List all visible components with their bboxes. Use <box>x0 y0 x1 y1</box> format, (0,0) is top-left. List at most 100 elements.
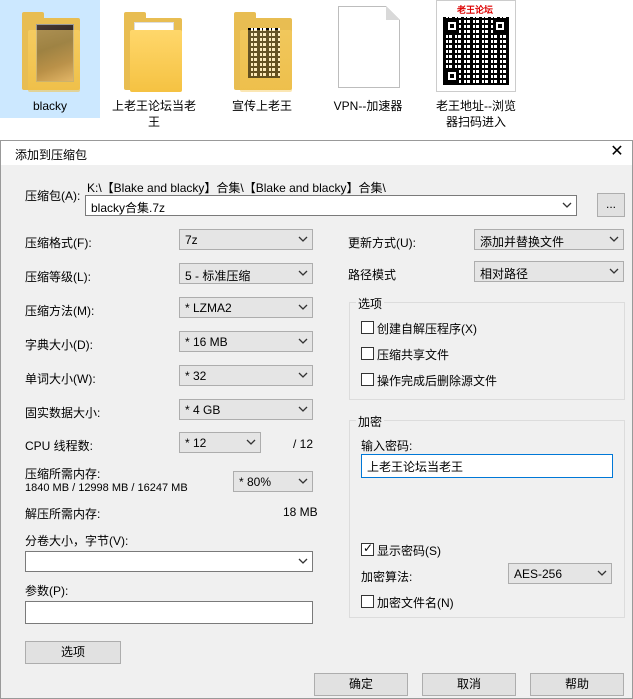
archive-label: 压缩包(A): <box>25 189 81 203</box>
close-icon[interactable]: ✕ <box>606 141 628 163</box>
show-password-checkbox[interactable] <box>361 541 374 556</box>
format-label: 压缩格式(F): <box>25 236 92 250</box>
file-label: 宣传上老王 <box>231 99 292 113</box>
options-group-title: 选项 <box>356 295 385 312</box>
browse-button[interactable]: ... <box>597 193 625 217</box>
method-combo[interactable]: * LZMA2 <box>179 297 313 318</box>
chevron-down-icon[interactable] <box>245 436 257 448</box>
encrypt-filenames-checkbox[interactable] <box>361 595 374 608</box>
image-badge-text: 老王论坛 <box>457 5 494 15</box>
shared-files-label[interactable]: 压缩共享文件 <box>377 346 449 363</box>
word-size-combo[interactable]: * 32 <box>179 365 313 386</box>
sfx-label[interactable]: 创建自解压程序(X) <box>377 320 477 337</box>
word-size-label: 单词大小(W): <box>25 372 96 386</box>
qr-code-icon <box>443 17 509 85</box>
chevron-down-icon[interactable] <box>297 301 309 313</box>
file-item-folder-2[interactable]: 上老王论坛当老 王 <box>104 0 204 134</box>
decompress-memory-label: 解压所需内存: <box>25 507 101 521</box>
title-bar: 添加到压缩包 ✕ <box>1 141 632 165</box>
format-value: 7z <box>185 233 198 247</box>
split-volume-label: 分卷大小，字节(V): <box>25 534 129 548</box>
encrypt-filenames-label[interactable]: 加密文件名(N) <box>377 594 454 611</box>
folder-icon <box>124 10 182 92</box>
encryption-method-label: 加密算法: <box>361 570 413 584</box>
chevron-down-icon[interactable] <box>297 555 309 567</box>
chevron-down-icon[interactable] <box>297 335 309 347</box>
level-value: 5 - 标准压缩 <box>185 269 251 283</box>
file-item-blacky[interactable]: blacky <box>0 0 100 118</box>
cpu-threads-label: CPU 线程数: <box>25 439 94 453</box>
ok-button[interactable]: 确定 <box>314 673 408 696</box>
show-password-label[interactable]: 显示密码(S) <box>377 542 441 559</box>
text-document-icon <box>338 6 400 88</box>
cancel-button[interactable]: 取消 <box>422 673 516 696</box>
level-label: 压缩等级(L): <box>25 270 92 284</box>
file-label-line1: 老王地址--浏览 <box>436 99 516 113</box>
word-size-value: * 32 <box>185 369 207 383</box>
options-button[interactable]: 选项 <box>25 641 121 664</box>
delete-after-label[interactable]: 操作完成后删除源文件 <box>377 372 497 389</box>
delete-after-checkbox[interactable] <box>361 373 374 386</box>
decompress-memory-value: 18 MB <box>283 505 318 519</box>
encryption-group-title: 加密 <box>356 413 385 430</box>
chevron-down-icon[interactable] <box>297 233 309 245</box>
file-label: VPN--加速器 <box>333 99 403 113</box>
path-mode-value: 相对路径 <box>480 267 529 281</box>
password-label: 输入密码: <box>361 439 413 453</box>
path-mode-combo[interactable]: 相对路径 <box>474 261 624 282</box>
image-file-icon: 老王论坛 <box>436 0 516 92</box>
password-input[interactable]: 上老王论坛当老王 <box>361 454 613 478</box>
folder-icon <box>234 10 292 92</box>
sfx-checkbox[interactable] <box>361 321 374 334</box>
path-mode-label: 路径模式 <box>348 268 397 282</box>
shared-files-checkbox[interactable] <box>361 347 374 360</box>
desktop-file-area: blacky 上老王论坛当老 王 宣传上老王 VPN--加速器 老王论坛 老王地… <box>0 0 633 140</box>
chevron-down-icon[interactable] <box>297 475 309 487</box>
dictionary-combo[interactable]: * 16 MB <box>179 331 313 352</box>
file-item-text-vpn[interactable]: VPN--加速器 <box>318 0 418 118</box>
chevron-down-icon[interactable] <box>297 403 309 415</box>
parameters-label: 参数(P): <box>25 584 69 598</box>
dictionary-label: 字典大小(D): <box>25 338 93 352</box>
archive-name-value: blacky合集.7z <box>91 201 166 215</box>
parameters-input[interactable] <box>25 601 313 624</box>
cpu-threads-value: * 12 <box>185 436 207 450</box>
file-label-line2: 王 <box>147 115 160 129</box>
file-item-folder-3[interactable]: 宣传上老王 <box>212 0 312 118</box>
password-value: 上老王论坛当老王 <box>367 460 464 474</box>
chevron-down-icon[interactable] <box>297 369 309 381</box>
format-combo[interactable]: 7z <box>179 229 313 250</box>
chevron-down-icon[interactable] <box>297 267 309 279</box>
add-to-archive-dialog: 添加到压缩包 ✕ 压缩包(A): K:\【Blake and blacky】合集… <box>0 140 633 699</box>
solid-block-value: * 4 GB <box>185 403 221 417</box>
file-label-line1: 上老王论坛当老 <box>111 99 196 113</box>
chevron-down-icon[interactable] <box>596 567 608 579</box>
file-item-qr-image[interactable]: 老王论坛 老王地址--浏览 器扫码进入 <box>424 0 528 134</box>
file-label-line2: 器扫码进入 <box>445 115 506 129</box>
encryption-method-combo[interactable]: AES-256 <box>508 563 612 584</box>
method-label: 压缩方法(M): <box>25 304 95 318</box>
file-label: blacky <box>32 99 67 113</box>
update-mode-label: 更新方式(U): <box>348 236 416 250</box>
update-mode-combo[interactable]: 添加并替换文件 <box>474 229 624 250</box>
encryption-method-value: AES-256 <box>514 567 563 581</box>
cpu-threads-total: / 12 <box>293 437 314 451</box>
dialog-title: 添加到压缩包 <box>15 148 88 162</box>
memory-percent-value: * 80% <box>239 475 272 489</box>
cpu-threads-combo[interactable]: * 12 <box>179 432 261 453</box>
archive-name-combo[interactable]: blacky合集.7z <box>85 195 577 216</box>
chevron-down-icon[interactable] <box>608 265 620 277</box>
archive-path: K:\【Blake and blacky】合集\【Blake and black… <box>87 181 386 195</box>
help-button[interactable]: 帮助 <box>530 673 624 696</box>
split-volume-combo[interactable] <box>25 551 313 572</box>
memory-percent-combo[interactable]: * 80% <box>233 471 313 492</box>
solid-block-combo[interactable]: * 4 GB <box>179 399 313 420</box>
update-mode-value: 添加并替换文件 <box>480 235 565 249</box>
chevron-down-icon[interactable] <box>608 233 620 245</box>
level-combo[interactable]: 5 - 标准压缩 <box>179 263 313 284</box>
folder-icon <box>22 10 80 92</box>
chevron-down-icon[interactable] <box>561 199 573 211</box>
dictionary-value: * 16 MB <box>185 335 228 349</box>
memory-detail: 1840 MB / 12998 MB / 16247 MB <box>25 482 188 494</box>
solid-block-label: 固实数据大小: <box>25 406 101 420</box>
